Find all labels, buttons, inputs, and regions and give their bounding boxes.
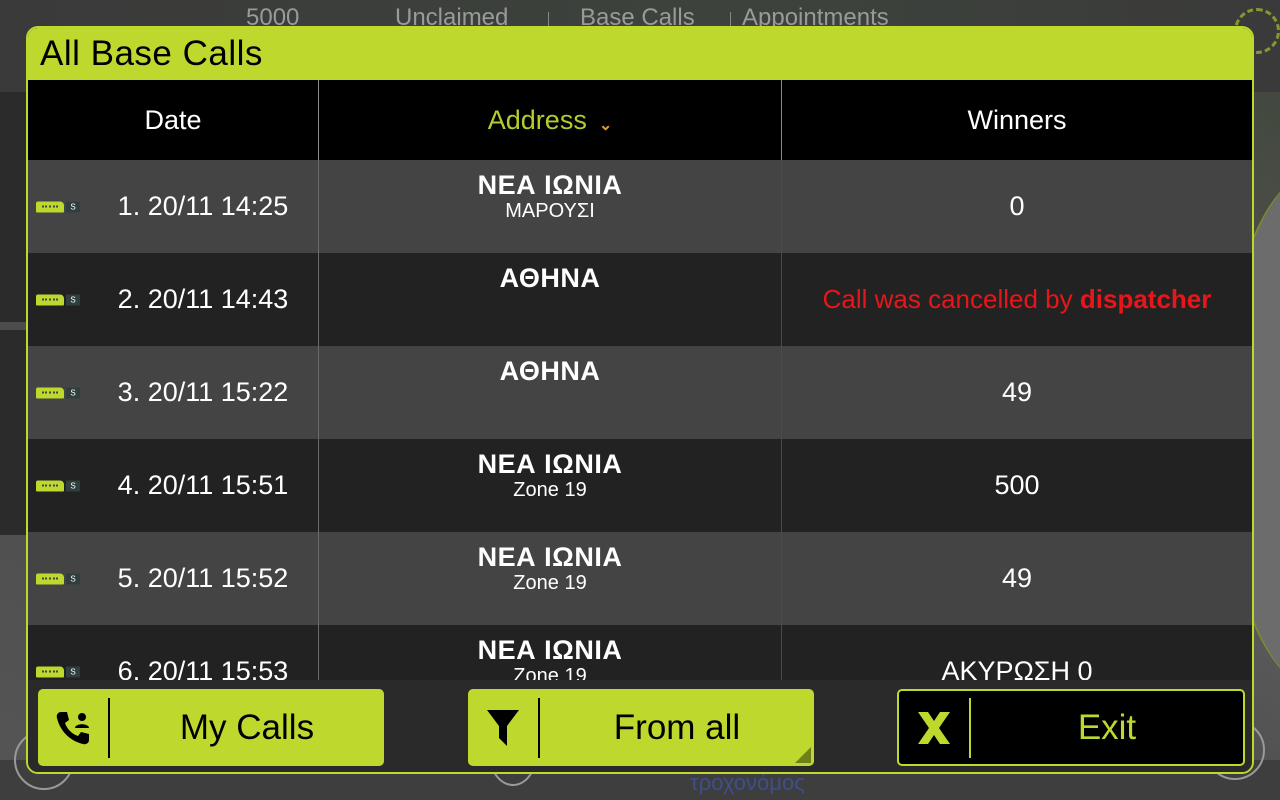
cancelled-text: Call was cancelled by <box>822 284 1073 314</box>
address-area: ΝΕΑ ΙΩΝΙΑ <box>477 542 623 572</box>
column-header-winners[interactable]: Winners <box>782 80 1252 160</box>
my-calls-button[interactable]: My Calls <box>38 689 384 766</box>
address-cell: ΑΘΗΝΑ <box>319 346 782 439</box>
call-date: 6. 20/11 15:53 <box>117 656 289 680</box>
from-all-dropdown[interactable]: From all <box>468 689 814 766</box>
table-row[interactable]: S 3. 20/11 15:22 ΑΘΗΝΑ 49 <box>28 346 1252 439</box>
taxi-icon: S <box>36 294 80 305</box>
date-cell: S 5. 20/11 15:52 <box>28 532 319 625</box>
exit-label: Exit <box>1077 707 1137 747</box>
address-cell: ΝΕΑ ΙΩΝΙΑ Zone 19 <box>319 625 782 680</box>
winners-cell: 49 <box>782 532 1252 625</box>
table-row[interactable]: S 2. 20/11 14:43 ΑΘΗΝΑ Call was cancelled b… <box>28 253 1252 346</box>
column-header-label: Address <box>487 104 587 135</box>
dialog-title: All Base Calls <box>40 34 263 73</box>
taxi-tag-shape: S <box>66 573 80 584</box>
cancelled-status: Call was cancelled by dispatcher <box>823 284 1212 315</box>
taxi-body-shape <box>36 480 64 491</box>
address-cell: ΑΘΗΝΑ <box>319 253 782 346</box>
winners-cell: Call was cancelled by dispatcher <box>782 253 1252 346</box>
address-area: ΑΘΗΝΑ <box>499 263 601 293</box>
taxi-body-shape <box>36 666 64 677</box>
winners-cell: 49 <box>782 346 1252 439</box>
phone-user-icon <box>38 689 108 766</box>
table-row[interactable]: S 1. 20/11 14:25 ΝΕΑ ΙΩΝΙΑ ΜΑΡΟΥΣΙ 0 <box>28 160 1252 253</box>
column-header-label: Date <box>144 104 202 135</box>
taxi-body-shape <box>36 573 64 584</box>
address-area: ΑΘΗΝΑ <box>499 356 601 386</box>
taxi-icon: S <box>36 480 80 491</box>
taxi-tag-shape: S <box>66 294 80 305</box>
winners-cell: 500 <box>782 439 1252 532</box>
winners-cell: ΑΚΥΡΩΣΗ 0 <box>782 625 1252 680</box>
winners-value: 49 <box>1001 377 1033 407</box>
winners-value: ΑΚΥΡΩΣΗ 0 <box>941 656 1093 680</box>
address-subarea: ΜΑΡΟΥΣΙ <box>505 200 595 222</box>
taxi-body-shape <box>36 387 64 398</box>
winners-cell: 0 <box>782 160 1252 253</box>
call-date: 1. 20/11 14:25 <box>117 191 289 221</box>
column-header-date[interactable]: Date <box>28 80 319 160</box>
winners-value: 0 <box>1009 191 1025 221</box>
date-cell: S 1. 20/11 14:25 <box>28 160 319 253</box>
date-cell: S 2. 20/11 14:43 <box>28 253 319 346</box>
taxi-body-shape <box>36 294 64 305</box>
date-cell: S 6. 20/11 15:53 <box>28 625 319 680</box>
taxi-icon: S <box>36 666 80 677</box>
winners-value: 500 <box>994 470 1040 500</box>
close-icon <box>899 691 969 764</box>
taxi-tag-shape: S <box>66 387 80 398</box>
table-header: Date Address ⌄ Winners <box>28 80 1252 160</box>
column-header-label: Winners <box>967 104 1067 135</box>
taxi-icon: S <box>36 387 80 398</box>
address-cell: ΝΕΑ ΙΩΝΙΑ ΜΑΡΟΥΣΙ <box>319 160 782 253</box>
taxi-body-shape <box>36 201 64 212</box>
address-subarea: Zone 19 <box>513 479 587 501</box>
date-cell: S 3. 20/11 15:22 <box>28 346 319 439</box>
taxi-tag-shape: S <box>66 480 80 491</box>
address-area: ΝΕΑ ΙΩΝΙΑ <box>477 635 623 665</box>
cancelled-by: dispatcher <box>1079 284 1212 314</box>
taxi-tag-shape: S <box>66 666 80 677</box>
chevron-down-icon: ⌄ <box>598 117 613 134</box>
from-all-label: From all <box>613 707 741 747</box>
address-subarea: Zone 19 <box>513 665 587 680</box>
dialog-footer: My Calls From all Exit <box>28 680 1252 772</box>
column-header-address[interactable]: Address ⌄ <box>319 80 782 160</box>
call-date: 3. 20/11 15:22 <box>117 377 289 407</box>
table-body: S 1. 20/11 14:25 ΝΕΑ ΙΩΝΙΑ ΜΑΡΟΥΣΙ 0 S 2. 20/1… <box>28 160 1252 680</box>
address-cell: ΝΕΑ ΙΩΝΙΑ Zone 19 <box>319 439 782 532</box>
taxi-icon: S <box>36 573 80 584</box>
dropdown-corner-icon <box>795 747 811 763</box>
winners-value: 49 <box>1001 563 1033 593</box>
my-calls-label: My Calls <box>179 707 315 747</box>
table-row[interactable]: S 4. 20/11 15:51 ΝΕΑ ΙΩΝΙΑ Zone 19 500 <box>28 439 1252 532</box>
dialog-header: All Base Calls <box>28 28 1252 80</box>
all-base-calls-dialog: All Base Calls Date Address ⌄ Winners S 1… <box>26 26 1254 774</box>
address-cell: ΝΕΑ ΙΩΝΙΑ Zone 19 <box>319 532 782 625</box>
address-subarea: Zone 19 <box>513 572 587 594</box>
call-date: 2. 20/11 14:43 <box>117 284 289 314</box>
exit-button[interactable]: Exit <box>897 689 1245 766</box>
call-date: 5. 20/11 15:52 <box>117 563 289 593</box>
address-area: ΝΕΑ ΙΩΝΙΑ <box>477 449 623 479</box>
table-row[interactable]: S 5. 20/11 15:52 ΝΕΑ ΙΩΝΙΑ Zone 19 49 <box>28 532 1252 625</box>
filter-icon <box>468 689 538 766</box>
table-row[interactable]: S 6. 20/11 15:53 ΝΕΑ ΙΩΝΙΑ Zone 19 ΑΚΥΡΩΣΗ 0 <box>28 625 1252 680</box>
taxi-tag-shape: S <box>66 201 80 212</box>
taxi-icon: S <box>36 201 80 212</box>
address-area: ΝΕΑ ΙΩΝΙΑ <box>477 170 623 200</box>
base-calls-table[interactable]: Date Address ⌄ Winners S 1. 20/11 14:25 ΝΕ… <box>28 80 1252 680</box>
date-cell: S 4. 20/11 15:51 <box>28 439 319 532</box>
call-date: 4. 20/11 15:51 <box>117 470 289 500</box>
